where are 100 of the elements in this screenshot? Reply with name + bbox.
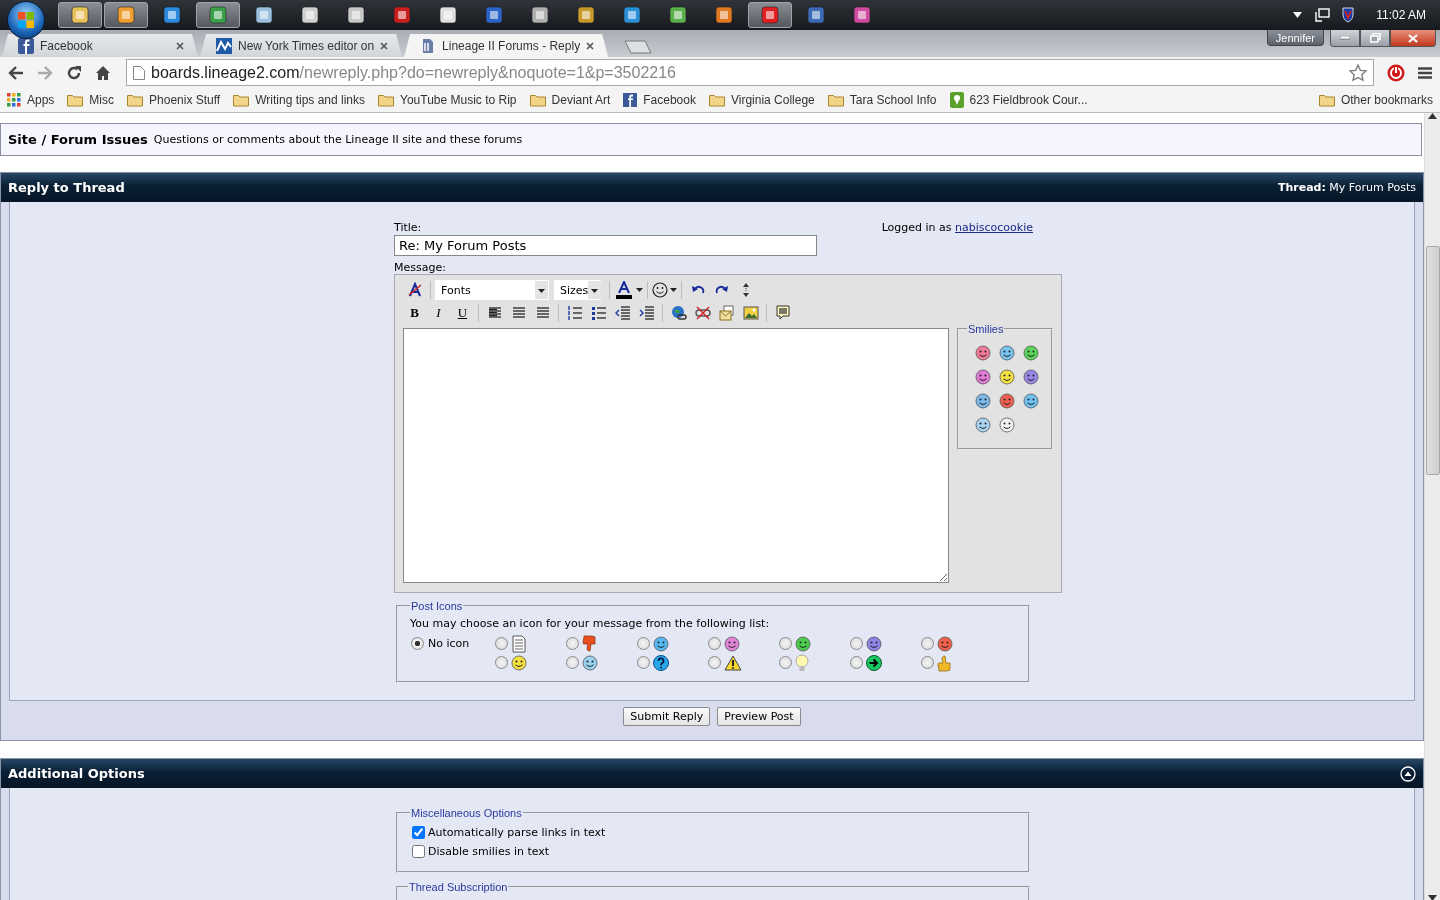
smiley-icon[interactable] bbox=[1023, 393, 1039, 409]
align-left-icon bbox=[486, 305, 503, 321]
size-select[interactable]: Sizes bbox=[554, 280, 601, 300]
minimize-button[interactable] bbox=[1330, 30, 1360, 47]
panel-title: Reply to Thread bbox=[8, 180, 125, 195]
collapse-icon[interactable] bbox=[1400, 765, 1416, 782]
clock-time: 11:02 AM bbox=[1376, 8, 1426, 22]
bookmark[interactable]: Apps bbox=[7, 93, 55, 107]
smiley-icon[interactable] bbox=[999, 417, 1015, 433]
bookmark[interactable]: Misc bbox=[67, 93, 115, 107]
scroll-down-icon[interactable] bbox=[1428, 895, 1437, 900]
bookmark[interactable]: Writing tips and links bbox=[233, 93, 366, 107]
radio-button[interactable] bbox=[637, 656, 650, 669]
caret-icon bbox=[670, 288, 677, 292]
font-select[interactable]: Fonts bbox=[435, 280, 549, 300]
start-button[interactable] bbox=[7, 1, 45, 39]
message-field[interactable] bbox=[403, 328, 949, 583]
star-icon[interactable] bbox=[1349, 63, 1367, 82]
image-icon bbox=[742, 305, 759, 321]
smiley-icon[interactable] bbox=[1023, 345, 1039, 361]
radio-button[interactable] bbox=[850, 656, 863, 669]
checkbox[interactable] bbox=[412, 826, 425, 839]
face-icon[interactable] bbox=[866, 635, 882, 652]
radio-button[interactable] bbox=[779, 637, 792, 650]
face-icon[interactable] bbox=[795, 635, 811, 652]
smiley-icon[interactable] bbox=[999, 393, 1015, 409]
smiley-icon[interactable] bbox=[1023, 369, 1039, 385]
radio-button[interactable] bbox=[921, 656, 934, 669]
bookmark[interactable]: Other bookmarks bbox=[1318, 93, 1433, 107]
minimize-icon bbox=[1340, 36, 1350, 40]
checkbox-label: Disable smilies in text bbox=[428, 845, 550, 858]
new-tab-button[interactable] bbox=[624, 40, 653, 54]
preview-button[interactable]: Preview Post bbox=[717, 707, 801, 726]
bookmark[interactable]: 623 Fieldbrook Cour... bbox=[949, 92, 1088, 108]
radio-button[interactable] bbox=[708, 637, 721, 650]
apps-icon bbox=[7, 93, 21, 107]
radio-button[interactable] bbox=[637, 637, 650, 650]
bold-button[interactable]: B bbox=[403, 303, 426, 323]
dropdown-arrow-icon[interactable] bbox=[1293, 12, 1303, 18]
submit-button[interactable]: Submit Reply bbox=[623, 707, 711, 726]
shield-icon[interactable] bbox=[1342, 7, 1355, 23]
font-color-button[interactable] bbox=[614, 280, 643, 300]
bookmark[interactable]: Deviant Art bbox=[529, 93, 611, 107]
radio-button[interactable] bbox=[411, 637, 424, 650]
face-icon[interactable] bbox=[653, 635, 669, 652]
close-icon[interactable] bbox=[176, 41, 184, 50]
maximize-button[interactable] bbox=[1360, 30, 1390, 47]
smiley-icon bbox=[652, 282, 668, 298]
smilies-button[interactable] bbox=[652, 280, 677, 300]
power-icon[interactable] bbox=[1387, 63, 1405, 82]
reload-icon[interactable] bbox=[66, 64, 82, 81]
post-icons-legend: Post Icons bbox=[410, 600, 464, 612]
forum-description: Questions or comments about the Lineage II site and these forums bbox=[153, 133, 523, 146]
smiley-icon[interactable] bbox=[975, 393, 991, 409]
bookmark[interactable]: Tara School Info bbox=[827, 93, 937, 107]
folder-icon bbox=[708, 93, 725, 107]
underline-button[interactable]: U bbox=[451, 303, 474, 323]
back-arrow-icon[interactable] bbox=[8, 65, 24, 80]
browser-tab[interactable]: New York Times editor on bbox=[200, 34, 403, 57]
browser-tab[interactable]: Facebook bbox=[2, 34, 198, 57]
radio-button[interactable] bbox=[850, 637, 863, 650]
smiley-icon[interactable] bbox=[975, 417, 991, 433]
radio-button[interactable] bbox=[566, 656, 579, 669]
smiley-icon[interactable] bbox=[975, 345, 991, 361]
face-icon[interactable] bbox=[724, 635, 740, 652]
close-icon[interactable] bbox=[380, 41, 389, 50]
browser-tab[interactable]: Lineage II Forums - Reply bbox=[404, 34, 609, 57]
close-icon[interactable] bbox=[586, 41, 595, 50]
radio-button[interactable] bbox=[779, 656, 792, 669]
face-icon[interactable] bbox=[582, 654, 598, 671]
address-bar[interactable]: boards.lineage2.com/newreply.php?do=newreply&noquote=1&p=3502216 bbox=[126, 59, 1374, 86]
bookmark[interactable]: YouTube Music to Rip bbox=[378, 93, 517, 107]
smiley-icon[interactable] bbox=[999, 369, 1015, 385]
page-icon bbox=[133, 65, 145, 80]
radio-button[interactable] bbox=[921, 637, 934, 650]
font-color-icon bbox=[614, 281, 634, 299]
face-icon[interactable] bbox=[511, 654, 527, 671]
smiley-icon[interactable] bbox=[975, 369, 991, 385]
italic-button[interactable]: I bbox=[427, 303, 450, 323]
checkbox[interactable] bbox=[412, 845, 425, 858]
smiley-icon[interactable] bbox=[999, 345, 1015, 361]
username-link[interactable]: nabiscocookie bbox=[955, 221, 1033, 234]
bookmark[interactable]: Phoenix Stuff bbox=[127, 93, 221, 107]
forum-title[interactable]: Site / Forum Issues bbox=[8, 132, 148, 147]
title-field[interactable]: Re: My Forum Posts bbox=[394, 235, 817, 256]
close-window-button[interactable] bbox=[1390, 30, 1436, 47]
radio-button[interactable] bbox=[566, 637, 579, 650]
folder-icon bbox=[378, 93, 395, 107]
bookmark[interactable]: Facebook bbox=[623, 93, 696, 107]
radio-button[interactable] bbox=[708, 656, 721, 669]
scrollbar-thumb[interactable] bbox=[1425, 246, 1440, 475]
radio-button[interactable] bbox=[495, 656, 508, 669]
menu-icon[interactable] bbox=[1418, 66, 1432, 79]
network-icon[interactable] bbox=[1314, 7, 1331, 23]
home-icon[interactable] bbox=[95, 64, 111, 81]
radio-button[interactable] bbox=[495, 637, 508, 650]
profile-button[interactable]: Jennifer bbox=[1266, 30, 1324, 46]
face-icon[interactable] bbox=[937, 635, 953, 652]
scrollbar[interactable] bbox=[1424, 113, 1440, 900]
bookmark[interactable]: Virginia College bbox=[708, 93, 815, 107]
